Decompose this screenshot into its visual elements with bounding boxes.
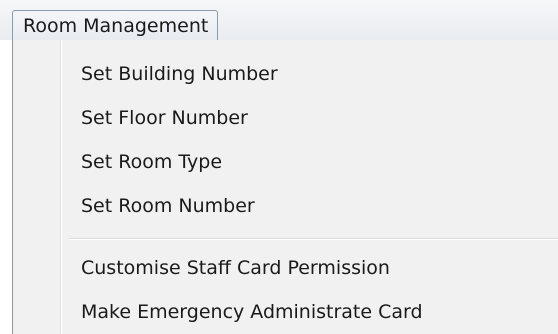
- menu-item-set-building-number[interactable]: Set Building Number: [13, 52, 558, 96]
- menu-separator-highlight: [69, 239, 558, 240]
- menu-item-set-floor-number[interactable]: Set Floor Number: [13, 96, 558, 140]
- menu-item-label: Customise Staff Card Permission: [81, 257, 390, 279]
- menu-bar: Room Management: [0, 0, 558, 41]
- menu-item-make-emergency-administrate-card[interactable]: Make Emergency Administrate Card: [13, 290, 558, 334]
- menu-item-label: Set Room Number: [81, 195, 255, 217]
- menu-item-customise-staff-card-permission[interactable]: Customise Staff Card Permission: [13, 246, 558, 290]
- menu-item-set-room-type[interactable]: Set Room Type: [13, 140, 558, 184]
- menu-item-label: Set Floor Number: [81, 107, 248, 129]
- menu-item-set-room-number[interactable]: Set Room Number: [13, 184, 558, 228]
- menu-item-label: Set Building Number: [81, 63, 278, 85]
- dropdown-menu: Set Building Number Set Floor Number Set…: [12, 40, 558, 334]
- room-management-menu[interactable]: Room Management: [12, 10, 219, 41]
- menu-item-label: Set Room Type: [81, 151, 223, 173]
- menu-item-label: Make Emergency Administrate Card: [81, 301, 423, 323]
